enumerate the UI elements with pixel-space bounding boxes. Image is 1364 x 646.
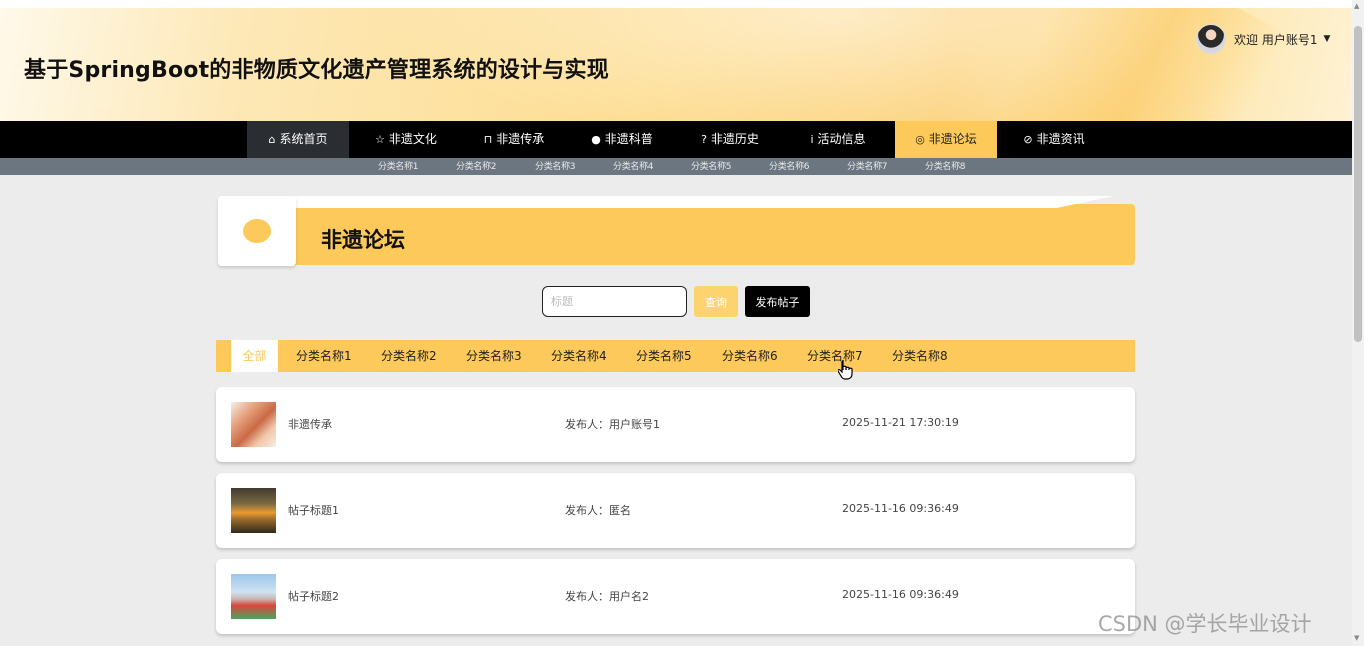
nav-item-label: 非遗文化 bbox=[388, 132, 437, 146]
tab-category-8[interactable]: 分类名称8 bbox=[892, 340, 948, 372]
nav-item-label: 系统首页 bbox=[279, 132, 328, 146]
nav-item-label: 非遗论坛 bbox=[928, 132, 977, 146]
search-input[interactable] bbox=[542, 286, 687, 317]
welcome-text[interactable]: 欢迎 用户账号1 bbox=[1234, 31, 1317, 48]
section-banner: 非遗论坛 bbox=[218, 196, 1135, 266]
tab-category-3[interactable]: 分类名称3 bbox=[466, 340, 522, 372]
publish-post-button[interactable]: 发布帖子 bbox=[745, 286, 810, 317]
nav-item-label: 非遗历史 bbox=[710, 132, 759, 146]
nav-item-culture[interactable]: ☆ 非遗文化 bbox=[355, 121, 457, 158]
hand-cursor-icon bbox=[837, 359, 854, 386]
subnav-item[interactable]: 分类名称8 bbox=[925, 159, 966, 172]
post-thumbnail[interactable] bbox=[231, 488, 276, 533]
tab-category-4[interactable]: 分类名称4 bbox=[551, 340, 607, 372]
nav-item-label: 活动信息 bbox=[817, 132, 866, 146]
bag-icon: ⊓ bbox=[483, 133, 493, 146]
post-row[interactable]: 帖子标题1 发布人：匿名 2025-11-16 09:36:49 bbox=[216, 473, 1135, 548]
info-icon: i bbox=[810, 133, 814, 146]
main-nav: ⌂ 系统首页 ☆ 非遗文化 ⊓ 非遗传承 ● 非遗科普 ? 非遗历史 i 活动信息 ◎ 非遗论… bbox=[0, 121, 1352, 158]
post-row[interactable]: 非遗传承 发布人：用户账号1 2025-11-21 17:30:19 bbox=[216, 387, 1135, 462]
news-icon: ⊘ bbox=[1023, 133, 1033, 146]
tab-category-2[interactable]: 分类名称2 bbox=[381, 340, 437, 372]
query-button[interactable]: 查询 bbox=[694, 286, 738, 317]
circle-icon bbox=[243, 219, 271, 243]
site-title: 基于SpringBoot的非物质文化遗产管理系统的设计与实现 bbox=[24, 58, 609, 83]
post-thumbnail[interactable] bbox=[231, 402, 276, 447]
subnav-item[interactable]: 分类名称4 bbox=[613, 159, 654, 172]
nav-item-forum[interactable]: ◎ 非遗论坛 bbox=[895, 121, 997, 158]
tab-category-5[interactable]: 分类名称5 bbox=[636, 340, 692, 372]
post-time: 2025-11-16 09:36:49 bbox=[842, 502, 959, 515]
banner-bar bbox=[294, 204, 1135, 265]
nav-item-label: 非遗传承 bbox=[496, 132, 545, 146]
user-menu[interactable]: 欢迎 用户账号1 ▼ bbox=[1196, 24, 1330, 54]
post-title[interactable]: 帖子标题2 bbox=[288, 588, 339, 604]
tab-category-7[interactable]: 分类名称7 bbox=[807, 340, 863, 372]
tab-all[interactable]: 全部 bbox=[231, 340, 278, 372]
sub-nav: 分类名称1 分类名称2 分类名称3 分类名称4 分类名称5 分类名称6 分类名称… bbox=[0, 158, 1352, 175]
watermark: CSDN @学长毕业设计 bbox=[1098, 612, 1312, 636]
post-title[interactable]: 非遗传承 bbox=[288, 416, 332, 432]
subnav-item[interactable]: 分类名称2 bbox=[456, 159, 497, 172]
question-icon: ? bbox=[701, 133, 707, 146]
subnav-item[interactable]: 分类名称1 bbox=[378, 159, 419, 172]
info-circle-icon: ● bbox=[591, 133, 601, 146]
forum-icon: ◎ bbox=[915, 133, 925, 146]
chevron-down-icon[interactable]: ▼ bbox=[1323, 34, 1330, 44]
subnav-item[interactable]: 分类名称7 bbox=[847, 159, 888, 172]
post-author: 发布人：匿名 bbox=[565, 504, 631, 517]
nav-item-label: 非遗科普 bbox=[604, 132, 653, 146]
post-title[interactable]: 帖子标题1 bbox=[288, 502, 339, 518]
post-time: 2025-11-16 09:36:49 bbox=[842, 588, 959, 601]
nav-item-news[interactable]: ⊘ 非遗资讯 bbox=[1003, 121, 1105, 158]
tab-category-1[interactable]: 分类名称1 bbox=[296, 340, 352, 372]
post-time: 2025-11-21 17:30:19 bbox=[842, 416, 959, 429]
nav-item-history[interactable]: ? 非遗历史 bbox=[679, 121, 781, 158]
category-tabs: 全部 分类名称1 分类名称2 分类名称3 分类名称4 分类名称5 分类名称6 分… bbox=[216, 340, 1135, 372]
nav-item-label: 非遗资讯 bbox=[1036, 132, 1085, 146]
post-row[interactable]: 帖子标题2 发布人：用户名2 2025-11-16 09:36:49 bbox=[216, 559, 1135, 634]
banner-icon-box bbox=[218, 196, 296, 266]
nav-item-activities[interactable]: i 活动信息 bbox=[787, 121, 889, 158]
nav-item-home[interactable]: ⌂ 系统首页 bbox=[247, 121, 349, 158]
subnav-item[interactable]: 分类名称5 bbox=[691, 159, 732, 172]
subnav-item[interactable]: 分类名称3 bbox=[535, 159, 576, 172]
subnav-item[interactable]: 分类名称6 bbox=[769, 159, 810, 172]
page-title: 非遗论坛 bbox=[321, 228, 405, 252]
site-header: 基于SpringBoot的非物质文化遗产管理系统的设计与实现 欢迎 用户账号1 … bbox=[0, 8, 1352, 121]
star-icon: ☆ bbox=[375, 133, 385, 146]
nav-item-science[interactable]: ● 非遗科普 bbox=[571, 121, 673, 158]
post-author: 发布人：用户名2 bbox=[565, 590, 649, 603]
tab-category-6[interactable]: 分类名称6 bbox=[722, 340, 778, 372]
banner-notch bbox=[294, 196, 1114, 208]
avatar[interactable] bbox=[1196, 24, 1226, 54]
nav-item-inheritance[interactable]: ⊓ 非遗传承 bbox=[463, 121, 565, 158]
scrollbar-thumb[interactable] bbox=[1354, 26, 1362, 342]
home-icon: ⌂ bbox=[268, 133, 276, 146]
scroll-up-icon[interactable]: ▲ bbox=[1354, 2, 1359, 10]
scrollbar[interactable]: ▲ ▼ bbox=[1352, 0, 1364, 646]
scroll-down-icon[interactable]: ▼ bbox=[1354, 634, 1359, 642]
top-strip bbox=[0, 0, 1352, 8]
post-thumbnail[interactable] bbox=[231, 574, 276, 619]
post-author: 发布人：用户账号1 bbox=[565, 418, 660, 431]
